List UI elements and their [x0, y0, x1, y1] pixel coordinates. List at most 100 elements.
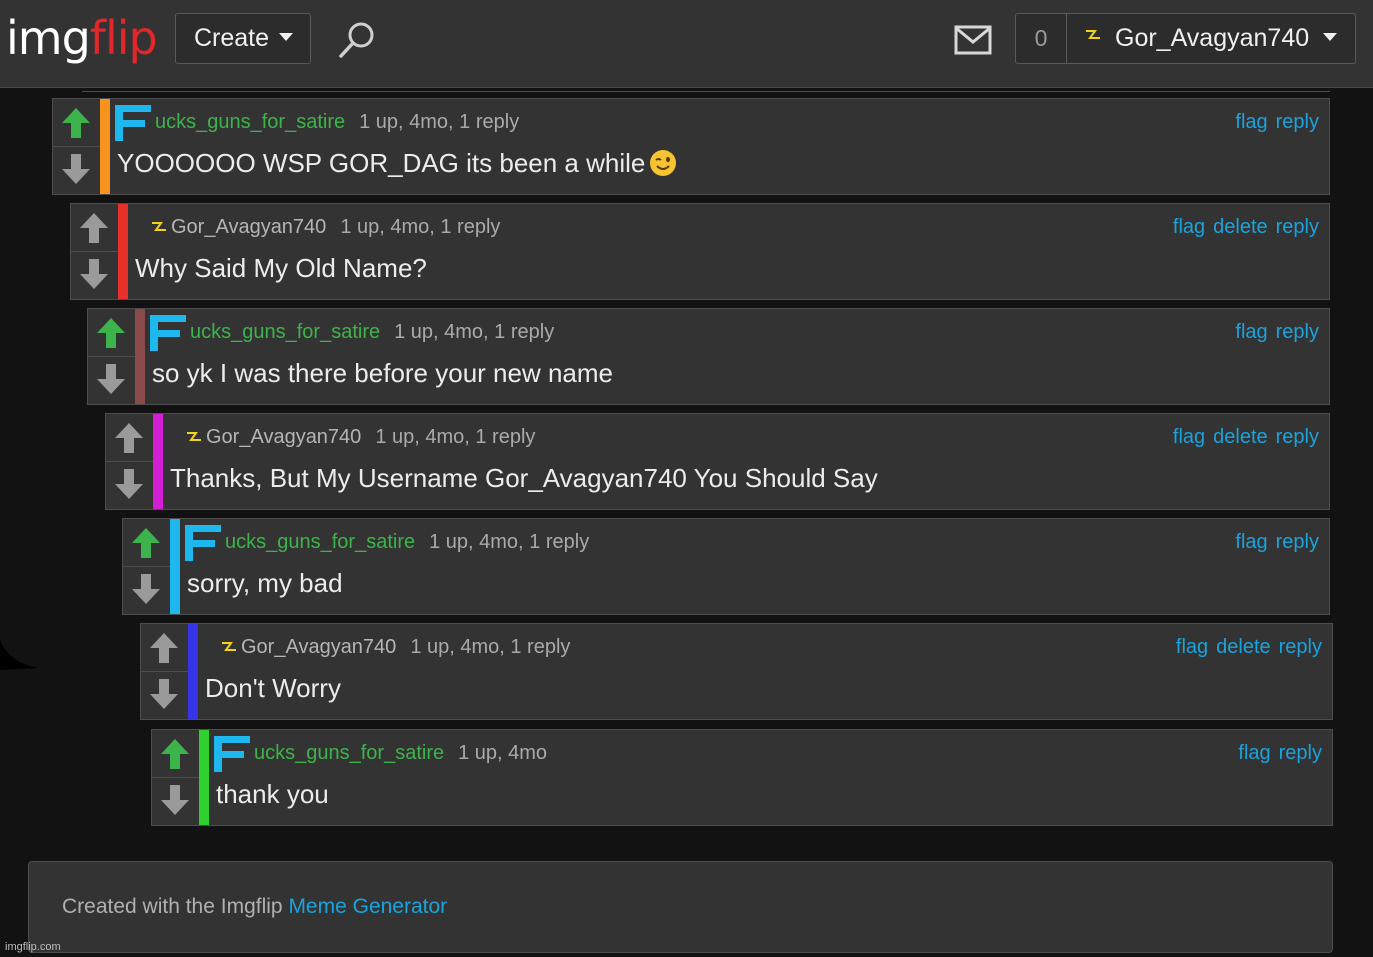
- reply-link[interactable]: reply: [1279, 636, 1322, 658]
- comment-text: Why Said My Old Name?: [135, 252, 427, 284]
- upvote-arrow-icon[interactable]: [131, 526, 161, 560]
- downvote-arrow-icon[interactable]: [114, 467, 144, 501]
- comment-username[interactable]: ucks_guns_for_satire: [254, 742, 444, 764]
- create-label: Create: [194, 24, 270, 52]
- downvote-arrow-icon[interactable]: [160, 783, 190, 817]
- delete-link[interactable]: delete: [1216, 636, 1271, 658]
- thread-depth-bar: [170, 519, 180, 614]
- user-menu-button[interactable]: Gor_Avagyan740: [1066, 13, 1356, 64]
- comment-body: thank you: [216, 779, 329, 809]
- comment: Gor_Avagyan740 1 up, 4mo, 1 reply flag dele…: [70, 203, 1330, 300]
- flag-link[interactable]: flag: [1235, 531, 1267, 553]
- upvote-arrow-icon[interactable]: [114, 421, 144, 455]
- upvote-arrow-icon[interactable]: [149, 631, 179, 665]
- upvote-arrow-icon[interactable]: [79, 211, 109, 245]
- comment-actions: flag delete reply: [1165, 423, 1319, 451]
- vote-divider: [53, 146, 100, 147]
- comment-username[interactable]: Gor_Avagyan740: [171, 216, 326, 238]
- comment-actions: flag reply: [1227, 108, 1319, 136]
- vote-column: [88, 309, 135, 404]
- comment-header: Gor_Avagyan740 1 up, 4mo, 1 reply flag dele…: [170, 423, 1319, 451]
- flag-link[interactable]: flag: [1235, 321, 1267, 343]
- thread-depth-bar: [135, 309, 145, 404]
- f-badge-icon: [185, 525, 221, 561]
- reply-link[interactable]: reply: [1279, 742, 1322, 764]
- imgflip-logo[interactable]: imgflip: [6, 10, 158, 66]
- thread-depth-bar: [188, 624, 198, 719]
- comment-actions: flag reply: [1227, 318, 1319, 346]
- reply-link[interactable]: reply: [1276, 531, 1319, 553]
- comment-actions: flag reply: [1227, 528, 1319, 556]
- thread-depth-bar: [199, 730, 209, 825]
- downvote-arrow-icon[interactable]: [96, 362, 126, 396]
- comment: Gor_Avagyan740 1 up, 4mo, 1 reply flag dele…: [105, 413, 1330, 510]
- reply-link[interactable]: reply: [1276, 321, 1319, 343]
- vote-column: [106, 414, 153, 509]
- thread-depth-bar: [153, 414, 163, 509]
- flag-link[interactable]: flag: [1173, 426, 1205, 448]
- reply-link[interactable]: reply: [1276, 111, 1319, 133]
- flag-link[interactable]: flag: [1176, 636, 1208, 658]
- comment: ucks_guns_for_satire 1 up, 4mo, 1 reply fl…: [122, 518, 1330, 615]
- comment-text: so yk I was there before your new name: [152, 357, 613, 389]
- comment-header: Gor_Avagyan740 1 up, 4mo, 1 reply flag dele…: [135, 213, 1319, 241]
- flag-link[interactable]: flag: [1173, 216, 1205, 238]
- vote-divider: [88, 356, 135, 357]
- flag-link[interactable]: flag: [1238, 742, 1270, 764]
- vote-divider: [141, 671, 188, 672]
- mail-icon[interactable]: [954, 25, 992, 55]
- comment-username[interactable]: Gor_Avagyan740: [206, 426, 361, 448]
- comment-meta: 1 up, 4mo, 1 reply: [375, 426, 536, 448]
- comment-meta: 1 up, 4mo: [458, 742, 548, 764]
- bolt-icon: [152, 222, 166, 231]
- comment-actions: flag delete reply: [1165, 213, 1319, 241]
- comment-body: Don't Worry: [205, 673, 341, 703]
- upvote-arrow-icon[interactable]: [96, 316, 126, 350]
- comment-text: Don't Worry: [205, 672, 341, 704]
- comment-username[interactable]: Gor_Avagyan740: [241, 636, 396, 658]
- comment: ucks_guns_for_satire 1 up, 4mo flag reply th…: [151, 729, 1333, 826]
- comment: Gor_Avagyan740 1 up, 4mo, 1 reply flag dele…: [140, 623, 1333, 720]
- notification-count[interactable]: 0: [1015, 13, 1066, 64]
- logo-flip-text: flip: [89, 11, 158, 65]
- reply-link[interactable]: reply: [1276, 426, 1319, 448]
- footer-prefix: Created with the Imgflip: [62, 895, 289, 918]
- flag-link[interactable]: flag: [1235, 111, 1267, 133]
- meme-generator-link[interactable]: Meme Generator: [288, 895, 447, 918]
- vote-column: [71, 204, 118, 299]
- upvote-arrow-icon[interactable]: [61, 106, 91, 140]
- top-nav-bar: imgflip Create 0 Gor_Avagyan740: [0, 0, 1373, 88]
- create-button[interactable]: Create: [175, 13, 311, 64]
- delete-link[interactable]: delete: [1213, 426, 1268, 448]
- downvote-arrow-icon[interactable]: [79, 257, 109, 291]
- reply-link[interactable]: reply: [1276, 216, 1319, 238]
- thread-depth-bar: [100, 99, 110, 194]
- comment-username[interactable]: ucks_guns_for_satire: [190, 321, 380, 343]
- comment-meta: 1 up, 4mo, 1 reply: [410, 636, 571, 658]
- page-edge-shape: [0, 640, 40, 670]
- vote-column: [152, 730, 199, 825]
- previous-comment-edge: [82, 86, 1330, 92]
- logo-img-text: img: [6, 11, 91, 65]
- delete-link[interactable]: delete: [1213, 216, 1268, 238]
- comment-text: Thanks, But My Username Gor_Avagyan740 Y…: [170, 462, 878, 494]
- bolt-icon: [1086, 30, 1100, 39]
- vote-divider: [152, 777, 199, 778]
- comment-username[interactable]: ucks_guns_for_satire: [155, 111, 345, 133]
- upvote-arrow-icon[interactable]: [160, 737, 190, 771]
- search-icon[interactable]: [337, 20, 377, 60]
- comment-body: Thanks, But My Username Gor_Avagyan740 Y…: [170, 463, 878, 493]
- comment-header: Gor_Avagyan740 1 up, 4mo, 1 reply flag dele…: [205, 633, 1322, 661]
- chevron-down-icon: [1323, 33, 1338, 42]
- comment-username[interactable]: ucks_guns_for_satire: [225, 531, 415, 553]
- downvote-arrow-icon[interactable]: [149, 677, 179, 711]
- downvote-arrow-icon[interactable]: [61, 152, 91, 186]
- comment-actions: flag delete reply: [1168, 633, 1322, 661]
- comment-header: ucks_guns_for_satire 1 up, 4mo, 1 reply fl…: [150, 315, 1319, 351]
- vote-divider: [106, 461, 153, 462]
- comment-meta: 1 up, 4mo, 1 reply: [340, 216, 501, 238]
- vote-column: [141, 624, 188, 719]
- downvote-arrow-icon[interactable]: [131, 572, 161, 606]
- comment-header: ucks_guns_for_satire 1 up, 4mo, 1 reply fl…: [115, 105, 1319, 141]
- bolt-icon: [187, 432, 201, 441]
